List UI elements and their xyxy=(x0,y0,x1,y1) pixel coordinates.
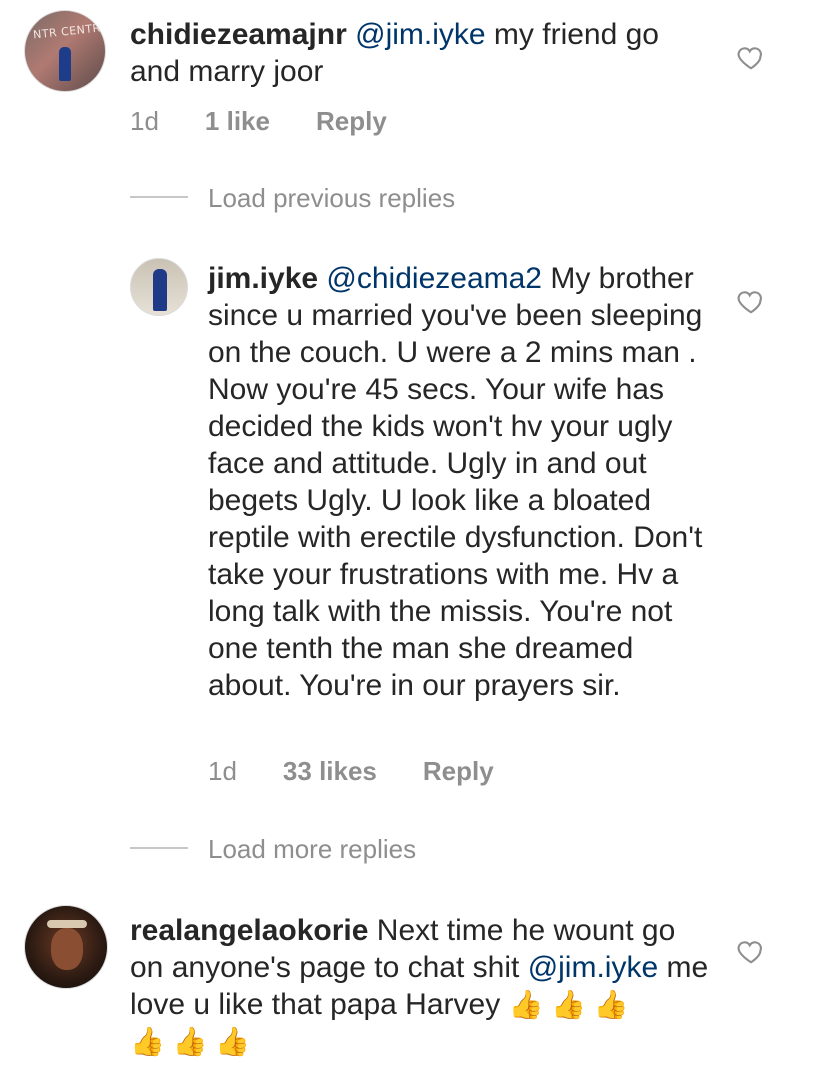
heart-icon[interactable] xyxy=(736,936,766,966)
mention-link[interactable]: @jim.iyke xyxy=(528,951,658,984)
mention-link[interactable]: @chidiezeama2 xyxy=(326,262,542,295)
username[interactable]: chidiezeamajnr xyxy=(130,18,347,51)
reply-button[interactable]: Reply xyxy=(423,756,494,787)
comment-body: jim.iyke @chidiezeama2 My brother since … xyxy=(208,260,708,704)
avatar[interactable] xyxy=(24,905,108,989)
username[interactable]: realangelaokorie xyxy=(130,914,368,947)
divider-line xyxy=(130,196,188,198)
divider-line xyxy=(130,847,188,849)
comment-time: 1d xyxy=(208,756,237,786)
avatar[interactable]: NTR CENTR xyxy=(24,10,106,92)
load-more-replies-button[interactable]: Load more replies xyxy=(208,834,416,865)
comment-meta: 1d 33 likes Reply xyxy=(208,756,540,787)
load-previous-replies-button[interactable]: Load previous replies xyxy=(208,183,455,214)
comment-body: realangelaokorie Next time he wount go o… xyxy=(130,912,710,1060)
avatar[interactable] xyxy=(130,258,188,316)
likes-count[interactable]: 33 likes xyxy=(283,756,377,787)
comment-time: 1d xyxy=(130,106,159,136)
username[interactable]: jim.iyke xyxy=(208,262,318,295)
thumbs-up-emoji: 👍 👍 👍 xyxy=(508,989,629,1020)
thumbs-up-emoji: 👍 👍 👍 xyxy=(130,1026,251,1057)
heart-icon[interactable] xyxy=(736,42,766,72)
reply-button[interactable]: Reply xyxy=(316,106,387,137)
mention-link[interactable]: @jim.iyke xyxy=(355,18,485,51)
heart-icon[interactable] xyxy=(736,286,766,316)
likes-count[interactable]: 1 like xyxy=(205,106,270,137)
comment-text: My brother since u married you've been s… xyxy=(208,262,703,702)
avatar-sign-text: NTR CENTR xyxy=(32,21,102,42)
comment-body: chidiezeamajnr @jim.iyke my friend go an… xyxy=(130,16,690,90)
comment-meta: 1d 1 like Reply xyxy=(130,106,433,137)
